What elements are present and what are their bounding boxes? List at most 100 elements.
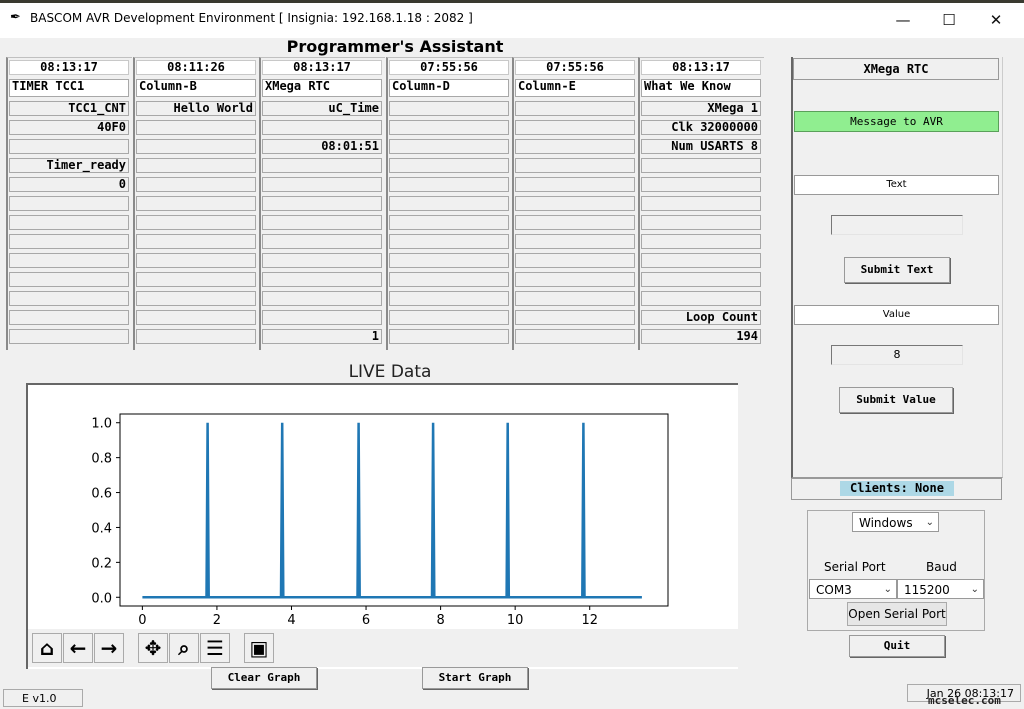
grid-cell: [641, 215, 761, 230]
grid-cell: [9, 196, 129, 211]
grid-cell: [389, 234, 509, 249]
y-tick-label: 1.0: [91, 417, 112, 432]
grid-cell: [262, 177, 382, 192]
grid-cell: [136, 120, 256, 135]
baud-value: 115200: [904, 583, 950, 597]
open-serial-port-button[interactable]: Open Serial Port: [847, 602, 947, 626]
grid-cell: [389, 253, 509, 268]
serial-port-value: COM3: [816, 583, 852, 597]
clear-graph-button[interactable]: Clear Graph: [211, 667, 317, 689]
value-input[interactable]: 8: [831, 345, 963, 365]
configure-subplots-icon[interactable]: ☰: [200, 633, 230, 663]
grid-cell: [641, 272, 761, 287]
grid-cell: [515, 215, 635, 230]
grid-cell: [9, 310, 129, 325]
x-tick-label: 10: [507, 613, 524, 628]
grid-cell: [641, 253, 761, 268]
zoom-icon[interactable]: ⌕: [169, 633, 199, 663]
grid-cell: 194: [641, 329, 761, 344]
home-icon[interactable]: ⌂: [32, 633, 62, 663]
maximize-button[interactable]: ☐: [926, 6, 972, 34]
grid-cell: Num USARTS 8: [641, 139, 761, 154]
grid-cell: [641, 158, 761, 173]
grid-cell: [262, 158, 382, 173]
grid-cell: [9, 291, 129, 306]
grid-cell: [136, 158, 256, 173]
grid-cell: [389, 196, 509, 211]
grid-cell: [515, 310, 635, 325]
grid-cell: [389, 329, 509, 344]
grid-cell: [515, 158, 635, 173]
clients-status: Clients: None: [840, 481, 954, 496]
grid-cell: [9, 139, 129, 154]
chevron-down-icon: ⌄: [925, 517, 934, 528]
grid-cell: [262, 196, 382, 211]
chevron-down-icon: ⌄: [883, 584, 892, 595]
platform-select[interactable]: Windows ⌄: [852, 512, 939, 532]
grid-column: 08:13:17 What We Know XMega 1 Clk 32000000 N…: [638, 57, 764, 350]
column-header: Column-D: [389, 79, 509, 97]
back-arrow-icon[interactable]: ←: [63, 633, 93, 663]
column-time: 08:13:17: [641, 60, 761, 75]
grid-cell: [389, 158, 509, 173]
column-header: XMega RTC: [262, 79, 382, 97]
grid-cell: [136, 139, 256, 154]
baud-select[interactable]: 115200 ⌄: [897, 579, 984, 599]
grid-cell: [641, 177, 761, 192]
grid-cell: [515, 120, 635, 135]
grid-cell: [9, 234, 129, 249]
column-header: Column-B: [136, 79, 256, 97]
grid-column: 08:11:26 Column-B Hello World: [133, 57, 259, 350]
forward-arrow-icon[interactable]: →: [94, 633, 124, 663]
grid-cell: [262, 291, 382, 306]
text-input[interactable]: [831, 215, 963, 235]
column-time: 07:55:56: [389, 60, 509, 75]
grid-cell: Loop Count: [641, 310, 761, 325]
y-tick-label: 0.4: [91, 521, 112, 536]
column-time: 07:55:56: [515, 60, 635, 75]
grid-column: 08:13:17 TIMER TCC1 TCC1_CNT 40F0 Timer_read…: [6, 57, 132, 350]
quit-button[interactable]: Quit: [849, 635, 945, 657]
pan-icon[interactable]: ✥: [138, 633, 168, 663]
close-button[interactable]: ✕: [973, 6, 1019, 34]
grid-cell: Clk 32000000: [641, 120, 761, 135]
grid-cell: Hello World: [136, 101, 256, 116]
grid-cell: [389, 272, 509, 287]
page-title: Programmer's Assistant: [286, 37, 504, 56]
grid-cell: [515, 196, 635, 211]
feather-icon: ✒: [10, 10, 21, 25]
grid-cell: [515, 291, 635, 306]
y-tick-label: 0.0: [91, 591, 112, 606]
grid-cell: [262, 120, 382, 135]
grid-cell: [262, 272, 382, 287]
serial-port-label: Serial Port: [824, 560, 886, 574]
column-time: 08:13:17: [262, 60, 382, 75]
x-tick-label: 0: [138, 613, 146, 628]
y-tick-label: 0.2: [91, 556, 112, 571]
column-time: 08:13:17: [9, 60, 129, 75]
save-icon[interactable]: ▣: [244, 633, 274, 663]
minimize-button[interactable]: —: [880, 6, 926, 34]
baud-label: Baud: [926, 560, 957, 574]
grid-cell: [389, 291, 509, 306]
grid-cell: [515, 329, 635, 344]
grid-cell: [136, 272, 256, 287]
rtc-panel-title: XMega RTC: [793, 58, 999, 80]
grid-cell: [262, 310, 382, 325]
column-header: Column-E: [515, 79, 635, 97]
window-title: BASCOM AVR Development Environment [ Ins…: [30, 11, 473, 25]
grid-cell: [136, 253, 256, 268]
grid-cell: 08:01:51: [262, 139, 382, 154]
grid-cell: [136, 310, 256, 325]
grid-cell: [136, 215, 256, 230]
submit-text-button[interactable]: Submit Text: [844, 257, 950, 283]
serial-port-select[interactable]: COM3 ⌄: [809, 579, 897, 599]
start-graph-button[interactable]: Start Graph: [422, 667, 528, 689]
grid-cell: 1: [262, 329, 382, 344]
x-tick-label: 8: [436, 613, 444, 628]
grid-cell: [389, 139, 509, 154]
grid-cell: [389, 101, 509, 116]
submit-value-button[interactable]: Submit Value: [839, 387, 953, 413]
grid-cell: [515, 177, 635, 192]
plot-toolbar: [28, 629, 738, 667]
